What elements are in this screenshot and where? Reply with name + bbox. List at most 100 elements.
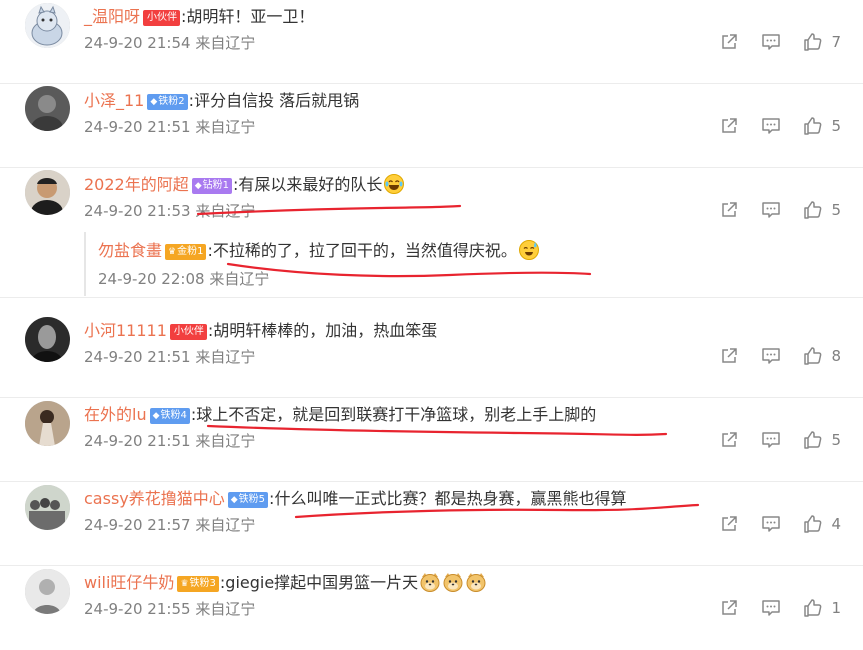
- user-avatar[interactable]: [25, 485, 70, 530]
- comment-time: 24-9-20 21:51: [84, 118, 191, 136]
- share-button[interactable]: [719, 514, 739, 534]
- username-link[interactable]: cassy养花撸猫中心: [84, 489, 225, 508]
- comment-icon: [762, 202, 781, 218]
- like-count: 8: [831, 347, 841, 365]
- username-link[interactable]: 小河11111: [84, 321, 167, 340]
- badge-label: 铁粉3: [189, 578, 216, 589]
- fan-badge[interactable]: ◆钻粉1: [191, 178, 233, 194]
- reply-button[interactable]: [761, 32, 781, 52]
- username-link[interactable]: 2022年的阿超: [84, 175, 189, 194]
- comment-text: :giegie撑起中国男篮一片天: [219, 573, 419, 592]
- photo-avatar-icon: [25, 401, 70, 446]
- like-button[interactable]: 5: [803, 430, 841, 450]
- like-count: 5: [831, 201, 841, 219]
- reply-button[interactable]: [761, 116, 781, 136]
- reply-time: 24-9-20 22:08: [98, 270, 205, 288]
- share-icon: [722, 34, 738, 49]
- reply-text: :不拉稀的了，拉了回干的，当然值得庆祝。: [207, 241, 517, 260]
- diamond-icon: ◆: [152, 411, 160, 421]
- user-avatar[interactable]: [25, 170, 70, 215]
- like-count: 5: [831, 431, 841, 449]
- comment-actions: 5: [719, 428, 841, 452]
- username-link[interactable]: wili旺仔牛奶: [84, 573, 174, 592]
- fan-badge[interactable]: ◆铁粉2: [147, 94, 188, 110]
- comment-actions: 8: [719, 344, 841, 368]
- like-count: 7: [831, 33, 841, 51]
- user-avatar[interactable]: [25, 401, 70, 446]
- badge-label: 金粉1: [177, 246, 204, 257]
- doge-emoji: [465, 571, 487, 593]
- comment-meta: 24-9-20 21:51 来自辽宁: [84, 346, 255, 368]
- comment-actions: 5: [719, 198, 841, 222]
- username-link[interactable]: 勿盐食畫: [98, 241, 162, 260]
- like-button[interactable]: 4: [803, 514, 841, 534]
- photo-avatar-icon: [25, 317, 70, 362]
- fan-badge[interactable]: ◆铁粉4: [149, 408, 190, 424]
- share-button[interactable]: [719, 430, 739, 450]
- thumbs-up-icon: [804, 201, 822, 219]
- comment-line: cassy养花撸猫中心 ◆铁粉5:什么叫唯一正式比赛？都是热身赛，赢黑熊也得算: [84, 486, 626, 512]
- thumbs-up-icon: [804, 431, 822, 449]
- comment-text: :什么叫唯一正式比赛？都是热身赛，赢黑熊也得算: [269, 489, 627, 508]
- like-button[interactable]: 5: [803, 200, 841, 220]
- fan-badge[interactable]: ♛铁粉3: [177, 576, 219, 592]
- comment-location: 来自辽宁: [195, 348, 256, 366]
- comment-line: 小河11111 小伙伴:胡明轩棒棒的，加油，热血笨蛋: [84, 318, 437, 344]
- like-button[interactable]: 8: [803, 346, 841, 366]
- fan-badge[interactable]: ◆铁粉5: [227, 492, 269, 508]
- reply-button[interactable]: [761, 200, 781, 220]
- badge-label: 钻粉1: [202, 180, 230, 191]
- comment-item: 小泽_11 ◆铁粉2:评分自信投 落后就甩锅 24-9-20 21:51 来自辽宁…: [0, 84, 863, 168]
- comment-item: cassy养花撸猫中心 ◆铁粉5:什么叫唯一正式比赛？都是热身赛，赢黑熊也得算 2…: [0, 482, 863, 566]
- badge-label: 小伙伴: [147, 12, 178, 23]
- like-button[interactable]: 7: [803, 32, 841, 52]
- comment-time: 24-9-20 21:53: [84, 202, 191, 220]
- share-button[interactable]: [719, 116, 739, 136]
- username-link[interactable]: 小泽_11: [84, 91, 144, 110]
- reply-button[interactable]: [761, 514, 781, 534]
- username-link[interactable]: _温阳呀: [84, 7, 140, 26]
- reply-button[interactable]: [761, 346, 781, 366]
- comment-meta: 24-9-20 21:57 来自辽宁: [84, 514, 255, 536]
- laughing-tears-emoji: [383, 173, 405, 195]
- like-button[interactable]: 5: [803, 116, 841, 136]
- crown-icon: ♛: [180, 579, 189, 589]
- badge-label: 铁粉5: [238, 494, 266, 505]
- comment-location: 来自辽宁: [195, 118, 256, 136]
- fan-badge[interactable]: ♛金粉1: [165, 244, 207, 260]
- comment-item: wili旺仔牛奶 ♛铁粉3:giegie撑起中国男篮一片天 24-9-20 21:…: [0, 566, 863, 650]
- thumbs-up-icon: [804, 117, 822, 135]
- comment-actions: 1: [719, 596, 841, 620]
- share-icon: [722, 600, 738, 615]
- like-count: 4: [831, 515, 841, 533]
- photo-avatar-icon: [25, 170, 70, 215]
- comment-icon: [762, 34, 781, 50]
- like-button[interactable]: 1: [803, 598, 841, 618]
- user-avatar[interactable]: [25, 317, 70, 362]
- sweat-smile-emoji: [518, 239, 540, 261]
- fan-badge[interactable]: 小伙伴: [169, 324, 207, 340]
- photo-avatar-icon: [25, 485, 70, 530]
- user-avatar[interactable]: [25, 569, 70, 614]
- photo-avatar-icon: [25, 86, 70, 131]
- comment-meta: 24-9-20 21:51 来自辽宁: [84, 116, 255, 138]
- share-button[interactable]: [719, 200, 739, 220]
- share-button[interactable]: [719, 346, 739, 366]
- thumbs-up-icon: [804, 515, 822, 533]
- share-button[interactable]: [719, 598, 739, 618]
- doge-emoji: [419, 571, 441, 593]
- comment-meta: 24-9-20 21:51 来自辽宁: [84, 430, 255, 452]
- comment-time: 24-9-20 21:55: [84, 600, 191, 618]
- comment-icon: [762, 118, 781, 134]
- reply-button[interactable]: [761, 430, 781, 450]
- user-avatar[interactable]: [25, 86, 70, 131]
- comment-item: 在外的lu ◆铁粉4:球上不否定，就是回到联赛打干净篮球，别老上手上脚的 24-9…: [0, 398, 863, 482]
- username-link[interactable]: 在外的lu: [84, 405, 147, 424]
- fan-badge[interactable]: 小伙伴: [143, 10, 181, 26]
- diamond-icon: ◆: [194, 181, 202, 191]
- reply-button[interactable]: [761, 598, 781, 618]
- share-button[interactable]: [719, 32, 739, 52]
- comment-location: 来自辽宁: [195, 516, 256, 534]
- comment-meta: 24-9-20 21:53 来自辽宁: [84, 200, 255, 222]
- user-avatar[interactable]: [25, 3, 70, 48]
